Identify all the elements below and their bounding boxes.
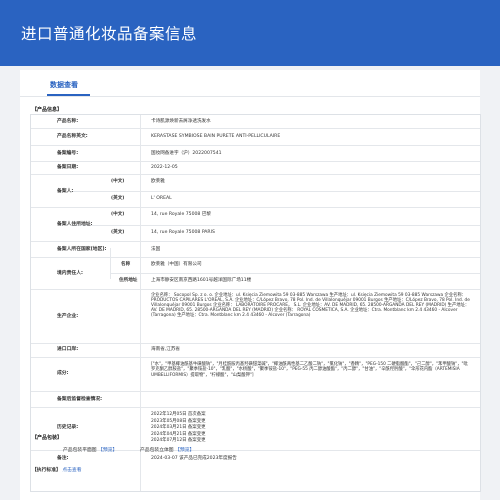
table-row: 备案人所在国家(地区): 法国 [31, 242, 480, 258]
product-info-table: 产品名称: 卡诗肌源焕新去屑净透洗发水 产品名称英文: KERASTASE SY… [30, 114, 481, 492]
exec-standard-link[interactable]: 点击查看 [62, 468, 81, 473]
header-bar: 进口普通化妆品备案信息 [0, 0, 500, 66]
table-row: 备案人: (中文) 欧莱雅 (英文) L' OREAL [31, 175, 480, 208]
flat-image-row: 产品包装平面图 【预览】 [63, 446, 117, 453]
history-item: 2022年12月05日 首次备案 [151, 412, 206, 417]
agent-name: 欧莱雅（中国）有限公司 [151, 262, 202, 267]
section-exec-standard: 【执行标准】 [32, 468, 61, 473]
filer-address-cn: 14, rue Royale 75008 巴黎 [151, 212, 212, 217]
table-row: 备注: 2024-03-07 该产品已完成2023年度报告 [31, 451, 480, 467]
flat-image-label: 产品包装平面图 [63, 448, 97, 453]
tab-active-indicator [47, 94, 90, 96]
product-name-en: KERASTASE SYMBIOSE BAIN PURETE ANTI-PELL… [151, 134, 281, 139]
table-row: 产品名称: 卡诗肌源焕新去屑净透洗发水 [31, 115, 480, 129]
history-item: 2024年07月12日 备案变更 [151, 438, 206, 444]
filer-en: L' OREAL [151, 196, 172, 201]
flat-image-preview-link[interactable]: 【预览】 [98, 448, 117, 453]
agent-address: 上海市静安区南京西路1601号越洋国际广场11楼 [151, 278, 252, 283]
page-title: 进口普通化妆品备案信息 [21, 25, 198, 43]
ingredients-list: ["水"，"甲基椰油酰基牛磺酸钠"，"月桂酰胺丙基羟磺甜菜碱"，"椰油酰两性基二… [151, 362, 468, 378]
table-row: 境内责任人: 名称 欧莱雅（中国）有限公司 住所地址 上海市静安区南京西路160… [31, 258, 480, 290]
table-row: 备案后监督检查情况: [31, 392, 480, 408]
table-row: 进口口岸: 海南省,江苏省 [31, 344, 480, 358]
filer-address-en: 14, rue Royale 75008 PARIS [151, 230, 215, 235]
history-item: 2024年03月21日 备案变更 [151, 425, 206, 431]
table-row: 产品名称英文: KERASTASE SYMBIOSE BAIN PURETE A… [31, 129, 480, 146]
import-port: 海南省,江苏省 [151, 347, 181, 352]
filing-number: 国妆网备进字（沪）2022007541 [151, 151, 222, 156]
exec-standard-row: 【执行标准】 点击查看 [32, 466, 82, 473]
producer-info: 企业名称： Socopol Sp. z o. o. 企业地址：ul. Księc… [151, 293, 470, 319]
filer-cn: 欧莱雅 [151, 179, 165, 184]
product-name-cn: 卡诗肌源焕新去屑净透洗发水 [151, 119, 211, 124]
table-row: 备案人住所地址: (中文) 14, rue Royale 75008 巴黎 (英… [31, 208, 480, 242]
filer-country: 法国 [151, 247, 161, 252]
section-product-images: 【产品包装】 [32, 435, 63, 441]
tab-data-view[interactable]: 数据查看 [50, 80, 78, 90]
content-panel: 数据查看 【产品信息】 产品名称: 卡诗肌源焕新去屑净透洗发水 产品名称英文: … [20, 70, 481, 500]
stereo-image-preview-link[interactable]: 【预览】 [175, 448, 194, 453]
table-row: 成分: ["水"，"甲基椰油酰基牛磺酸钠"，"月桂酰胺丙基羟磺甜菜碱"，"椰油酰… [31, 358, 480, 392]
table-row: 备案编号: 国妆网备进字（沪）2022007541 [31, 146, 480, 162]
table-row: 历史记录: 2022年12月05日 首次备案 2023年05月08日 备案变更 … [31, 408, 480, 451]
history-list: 2022年12月05日 首次备案 2023年05月08日 备案变更 2024年0… [151, 412, 471, 445]
table-row: 备案日期: 2022-12-05 [31, 162, 480, 175]
filing-date: 2022-12-05 [151, 165, 178, 170]
stereo-image-label: 产品包装立体图 [140, 448, 174, 453]
section-product-info: 【产品信息】 [32, 107, 63, 113]
tab-bar: 数据查看 [20, 70, 480, 97]
remark: 2024-03-07 该产品已完成2023年度报告 [151, 456, 237, 461]
stereo-image-row: 产品包装立体图 【预览】 [140, 446, 194, 453]
table-row: 生产企业: 企业名称： Socopol Sp. z o. o. 企业地址：ul.… [31, 290, 480, 344]
